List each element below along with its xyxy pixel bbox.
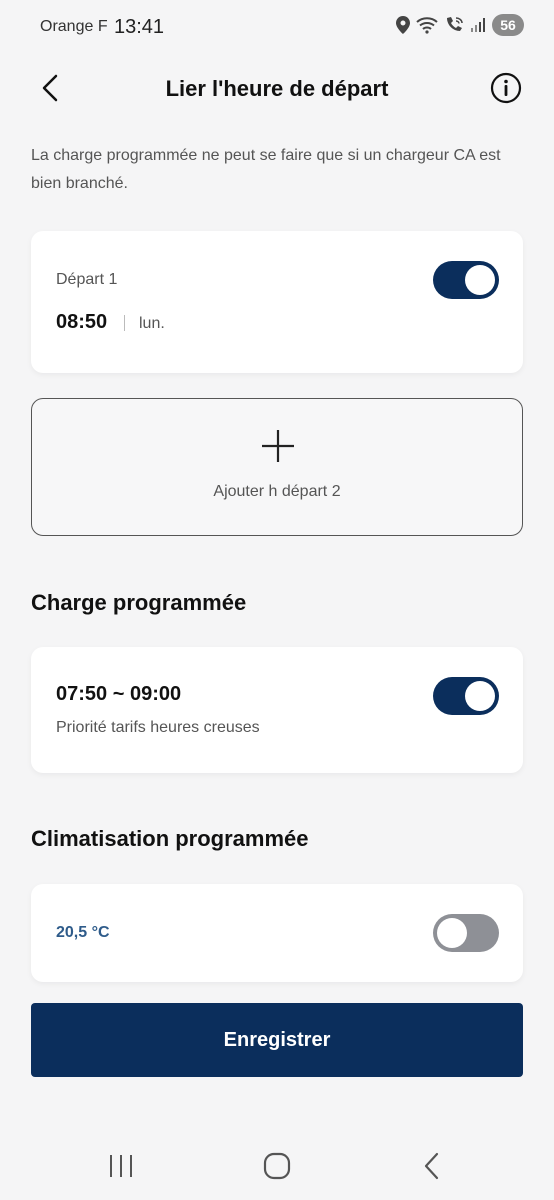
home-icon [263,1152,291,1185]
departure-toggle[interactable] [433,261,499,299]
page-title: Lier l'heure de départ [165,76,389,101]
departure-card[interactable]: Départ 1 08:50 lun. [31,231,523,373]
home-button[interactable] [257,1150,297,1186]
system-nav-bar [0,1136,554,1200]
departure-separator [124,315,125,331]
back-arrow-icon [422,1152,442,1185]
section-title-climate: Climatisation programmée [31,826,309,851]
section-title-charge: Charge programmée [31,590,247,615]
charge-time-range: 07:50 ~ 09:00 [56,683,182,705]
toggle-knob [465,265,495,295]
wifi-calling-icon [444,16,464,34]
climate-temperature: 20,5 °C [56,924,110,941]
status-bar: Orange F 13:41 56 [0,0,554,56]
screen: Orange F 13:41 56 Lier l'heure de départ [0,0,554,1200]
status-icons: 56 [396,14,524,36]
charging-notice: La charge programmée ne peut se faire qu… [31,147,501,192]
system-back-button[interactable] [412,1150,452,1186]
toggle-knob [465,681,495,711]
wifi-icon [416,16,438,34]
climate-card[interactable]: 20,5 °C [31,884,523,982]
departure-label: Départ 1 [56,271,118,288]
toggle-knob [437,918,467,948]
plus-icon [261,429,295,463]
charge-description: Priorité tarifs heures creuses [56,719,260,736]
info-icon [490,72,522,109]
header: Lier l'heure de départ [0,62,554,118]
departure-day: lun. [139,315,165,332]
add-departure-label: Ajouter h départ 2 [213,483,341,500]
departure-time: 08:50 [56,311,108,333]
location-icon [396,16,410,34]
save-button[interactable]: Enregistrer [31,1003,523,1077]
battery-icon: 56 [492,14,524,36]
recent-apps-icon [107,1153,135,1184]
status-time: 13:41 [114,16,165,38]
signal-icon [470,17,486,33]
charge-toggle[interactable] [433,677,499,715]
charge-card[interactable]: 07:50 ~ 09:00 Priorité tarifs heures cre… [31,647,523,773]
info-button[interactable] [488,72,524,108]
status-carrier: Orange F [40,18,108,35]
add-departure-button[interactable]: Ajouter h départ 2 [31,398,523,536]
climate-toggle[interactable] [433,914,499,952]
recent-apps-button[interactable] [101,1150,141,1186]
